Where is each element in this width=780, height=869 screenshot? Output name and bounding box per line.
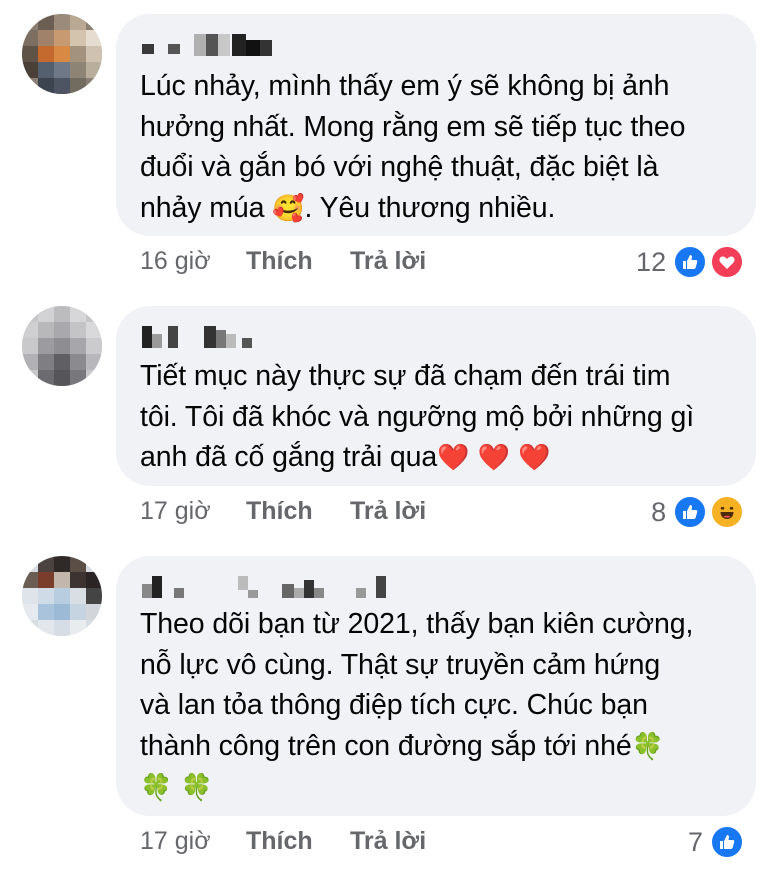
like-button[interactable]: Thích [246,823,313,859]
smiling-hearts-emoji: 🥰 [272,193,305,224]
four-leaf-clover-emoji: 🍀 [631,731,664,762]
like-button[interactable]: Thích [246,243,313,279]
reaction-summary[interactable]: 12 [636,243,744,280]
comment-timestamp[interactable]: 16 giờ [140,243,211,279]
reply-button[interactable]: Trả lời [350,823,426,859]
blurred-author-name[interactable] [142,576,442,600]
comment-actions: 16 giờ Thích Trả lời 12 [140,243,760,280]
comment-bubble: Lúc nhảy, mình thấy em ý sẽ không bị ảnh… [116,14,756,236]
reaction-summary[interactable]: 7 [688,823,744,860]
like-button[interactable]: Thích [246,493,313,529]
comment-bubble: Theo dõi bạn từ 2021, thấy bạn kiên cườn… [116,556,756,816]
avatar[interactable] [22,556,102,636]
like-icon [710,825,744,860]
avatar[interactable] [22,14,102,94]
comment-text: Tiết mục này thực sự đã chạm đến trái ti… [140,360,695,473]
like-icon [673,495,708,530]
reply-button[interactable]: Trả lời [350,493,426,529]
reaction-count: 7 [688,827,704,858]
haha-icon [710,495,744,530]
four-leaf-clover-emoji: 🍀 🍀 [140,773,213,803]
comment-actions: 17 giờ Thích Trả lời 7 [140,823,760,860]
like-icon [673,245,708,280]
love-icon [710,245,744,280]
comment-timestamp[interactable]: 17 giờ [140,823,211,859]
avatar[interactable] [22,306,102,386]
comment-bubble: Tiết mục này thực sự đã chạm đến trái ti… [116,306,756,486]
blurred-author-name[interactable] [142,34,382,58]
comment-timestamp[interactable]: 17 giờ [140,493,211,529]
reaction-summary[interactable]: 8 [651,493,744,530]
comment-actions: 17 giờ Thích Trả lời 8 [140,493,760,530]
comment-text: Theo dõi bạn từ 2021, thấy bạn kiên cườn… [140,608,694,803]
comment-text: Lúc nhảy, mình thấy em ý sẽ không bị ảnh… [140,70,686,224]
reaction-count: 12 [636,247,667,278]
red-hearts-emoji: ❤️ ❤️ ❤️ [437,443,551,473]
reaction-count: 8 [651,497,667,528]
reply-button[interactable]: Trả lời [350,243,426,279]
blurred-author-name[interactable] [142,326,382,350]
